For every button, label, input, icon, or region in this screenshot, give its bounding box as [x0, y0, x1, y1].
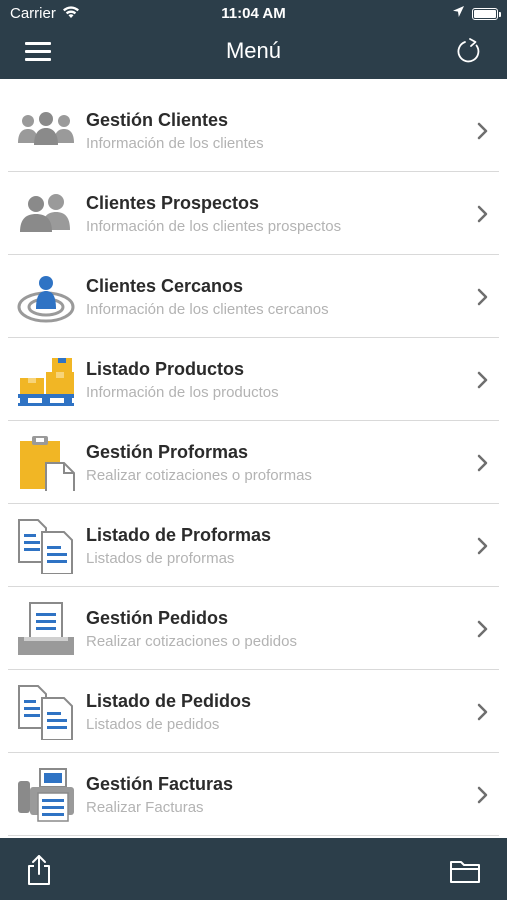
menu-item-title: Gestión Clientes	[86, 110, 229, 130]
fax-machine-icon	[16, 767, 76, 823]
chevron-right-icon	[476, 287, 490, 307]
group-users-icon	[16, 103, 76, 159]
folder-icon[interactable]	[449, 858, 481, 884]
battery-tip	[499, 12, 501, 17]
menu-item-subtitle: Información de los clientes prospectos	[86, 218, 342, 235]
chevron-right-icon	[476, 121, 490, 141]
chevron-right-icon	[476, 619, 490, 639]
clipboard-document-icon	[16, 435, 76, 494]
battery-icon	[472, 8, 498, 20]
menu-item-title: Listado de Proformas	[86, 525, 272, 545]
menu-item-subtitle: Información de los clientes	[86, 135, 264, 152]
menu-item-title: Clientes Cercanos	[86, 276, 244, 296]
menu-item-subtitle: Realizar cotizaciones o proformas	[86, 467, 312, 484]
menu-item-subtitle: Realizar Facturas	[86, 799, 204, 816]
bottom-toolbar	[0, 838, 507, 900]
menu-item-gestion-proformas[interactable]: Gestión Proformas Realizar cotizaciones …	[0, 421, 507, 504]
location-arrow-icon	[452, 5, 465, 22]
menu-item-listado-de-proformas[interactable]: Listado de Proformas Listados de proform…	[0, 504, 507, 587]
menu-item-subtitle: Listados de proformas	[86, 550, 235, 567]
menu-item-title: Clientes Prospectos	[86, 193, 260, 213]
menu-item-title: Listado Productos	[86, 359, 245, 379]
boxes-pallet-icon	[16, 352, 76, 408]
menu-item-clientes-cercanos[interactable]: Clientes Cercanos Información de los cli…	[0, 255, 507, 338]
two-users-icon	[16, 186, 76, 242]
chevron-right-icon	[476, 370, 490, 390]
status-bar: Carrier 11:04 AM	[0, 0, 507, 28]
document-tray-icon	[16, 601, 76, 657]
menu-item-subtitle: Información de los productos	[86, 384, 279, 401]
menu-item-subtitle: Listados de pedidos	[86, 716, 220, 733]
menu-item-gestion-pedidos[interactable]: Gestión Pedidos Realizar cotizaciones o …	[0, 587, 507, 670]
menu-item-listado-productos[interactable]: Listado Productos Información de los pro…	[0, 338, 507, 421]
navigation-bar: Carrier 11:04 AM Menú	[0, 0, 507, 79]
documents-list-icon	[16, 518, 76, 575]
chevron-right-icon	[476, 536, 490, 556]
nearby-user-icon	[16, 269, 76, 325]
menu-item-title: Gestión Proformas	[86, 442, 249, 462]
share-icon[interactable]	[26, 854, 52, 886]
menu-item-gestion-clientes[interactable]: Gestión Clientes Información de los clie…	[0, 89, 507, 172]
menu-item-clientes-prospectos[interactable]: Clientes Prospectos Información de los c…	[0, 172, 507, 255]
menu-item-listado-de-pedidos[interactable]: Listado de Pedidos Listados de pedidos	[0, 670, 507, 753]
menu-item-title: Gestión Facturas	[86, 774, 234, 794]
menu-item-subtitle: Información de los clientes cercanos	[86, 301, 329, 318]
documents-list-icon	[16, 684, 76, 741]
status-time: 11:04 AM	[221, 5, 286, 22]
menu-item-title: Listado de Pedidos	[86, 691, 252, 711]
menu-item-subtitle: Realizar cotizaciones o pedidos	[86, 633, 297, 650]
chevron-right-icon	[476, 785, 490, 805]
chevron-right-icon	[476, 453, 490, 473]
chevron-right-icon	[476, 204, 490, 224]
page-title: Menú	[225, 38, 282, 63]
divider	[8, 835, 499, 836]
menu-item-title: Gestión Pedidos	[86, 608, 229, 628]
menu-list: Gestión Clientes Información de los clie…	[0, 89, 507, 837]
refresh-icon[interactable]	[454, 36, 484, 66]
menu-item-gestion-facturas[interactable]: Gestión Facturas Realizar Facturas	[0, 753, 507, 836]
chevron-right-icon	[476, 702, 490, 722]
